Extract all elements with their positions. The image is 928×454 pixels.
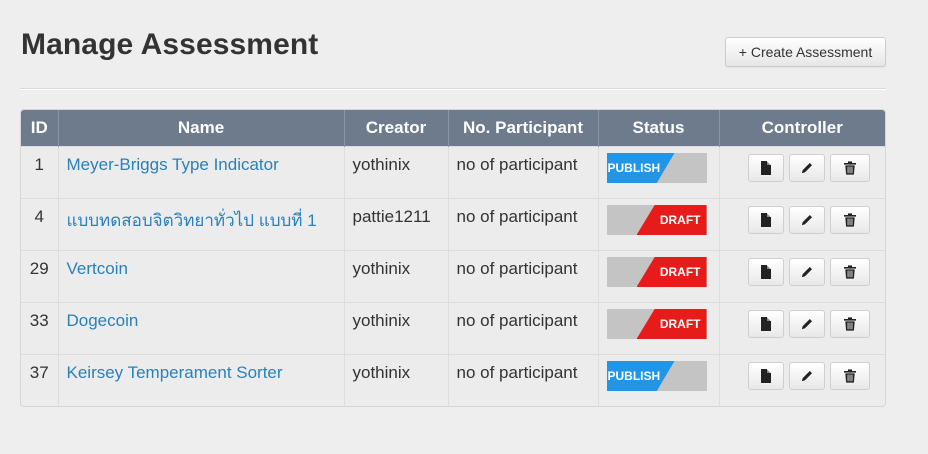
delete-button[interactable]	[829, 154, 870, 182]
delete-button[interactable]	[829, 310, 870, 338]
assessment-name-link[interactable]: Dogecoin	[67, 311, 139, 330]
pencil-icon	[800, 161, 814, 175]
controller-buttons	[747, 362, 886, 390]
status-label: DRAFT	[659, 265, 701, 279]
file-icon	[760, 161, 772, 175]
status-toggle[interactable]: PUBLISH	[606, 361, 707, 391]
table-row: 1 Meyer-Briggs Type Indicator yothinix n…	[21, 146, 886, 199]
controller-buttons	[747, 206, 886, 234]
cell-creator: yothinix	[343, 146, 448, 199]
status-toggle[interactable]: DRAFT	[606, 257, 707, 287]
cell-creator: yothinix	[343, 354, 448, 406]
cell-participant: no of participant	[447, 302, 598, 355]
cell-participant: no of participant	[447, 198, 598, 251]
cell-participant: no of participant	[447, 354, 598, 406]
cell-id: 1	[21, 146, 58, 199]
pencil-icon	[800, 369, 814, 383]
table-body: 1 Meyer-Briggs Type Indicator yothinix n…	[21, 146, 886, 406]
table-row: 29 Vertcoin yothinix no of participant D…	[21, 250, 886, 303]
status-toggle[interactable]: DRAFT	[606, 309, 707, 339]
column-header-creator: Creator	[343, 110, 448, 147]
view-button[interactable]	[747, 258, 784, 286]
trash-icon	[843, 213, 856, 227]
view-button[interactable]	[747, 310, 784, 338]
cell-creator: pattie1211	[343, 198, 448, 251]
status-toggle[interactable]: DRAFT	[606, 205, 707, 235]
assessment-name-link[interactable]: Keirsey Temperament Sorter	[67, 363, 283, 382]
table-row: 37 Keirsey Temperament Sorter yothinix n…	[21, 354, 886, 406]
cell-status: DRAFT	[597, 198, 719, 251]
cell-id: 37	[21, 354, 58, 406]
edit-button[interactable]	[788, 154, 825, 182]
assessment-name-link[interactable]: แบบทดสอบจิตวิทยาทั่วไป แบบที่ 1	[67, 211, 317, 230]
edit-button[interactable]	[788, 258, 825, 286]
column-header-id: ID	[21, 110, 58, 147]
view-button[interactable]	[747, 206, 784, 234]
trash-icon	[843, 161, 856, 175]
cell-name: Dogecoin	[57, 302, 344, 355]
cell-name: แบบทดสอบจิตวิทยาทั่วไป แบบที่ 1	[57, 198, 344, 251]
column-header-status: Status	[597, 110, 719, 147]
column-header-name: Name	[57, 110, 344, 147]
file-icon	[760, 265, 772, 279]
page: Manage Assessment + Create Assessment ID…	[0, 0, 928, 454]
cell-controller	[718, 302, 886, 355]
trash-icon	[843, 265, 856, 279]
cell-name: Meyer-Briggs Type Indicator	[57, 146, 344, 199]
assessment-table: ID Name Creator No. Participant Status C…	[20, 109, 886, 407]
status-label: DRAFT	[659, 317, 701, 331]
controller-buttons	[747, 154, 886, 182]
cell-id: 29	[21, 250, 58, 303]
status-label: PUBLISH	[607, 161, 661, 175]
status-label: PUBLISH	[607, 369, 661, 383]
page-title: Manage Assessment	[21, 28, 319, 61]
view-button[interactable]	[747, 154, 784, 182]
cell-controller	[718, 198, 886, 251]
delete-button[interactable]	[829, 258, 870, 286]
file-icon	[760, 213, 772, 227]
trash-icon	[843, 317, 856, 331]
cell-status: DRAFT	[597, 302, 719, 355]
cell-name: Keirsey Temperament Sorter	[57, 354, 344, 406]
table-header: ID Name Creator No. Participant Status C…	[21, 110, 885, 147]
cell-participant: no of participant	[447, 146, 598, 199]
delete-button[interactable]	[829, 206, 870, 234]
file-icon	[760, 369, 772, 383]
controller-buttons	[747, 310, 886, 338]
edit-button[interactable]	[788, 310, 825, 338]
pencil-icon	[800, 213, 814, 227]
status-toggle[interactable]: PUBLISH	[606, 153, 707, 183]
status-label: DRAFT	[659, 213, 701, 227]
column-header-controller: Controller	[718, 110, 885, 147]
trash-icon	[843, 369, 856, 383]
file-icon	[760, 317, 772, 331]
cell-id: 33	[21, 302, 58, 355]
cell-creator: yothinix	[343, 302, 448, 355]
cell-controller	[718, 354, 886, 406]
controller-buttons	[747, 258, 886, 286]
cell-name: Vertcoin	[57, 250, 344, 303]
assessment-name-link[interactable]: Meyer-Briggs Type Indicator	[67, 155, 279, 174]
assessment-name-link[interactable]: Vertcoin	[67, 259, 128, 278]
pencil-icon	[800, 317, 814, 331]
cell-status: PUBLISH	[597, 146, 719, 199]
cell-status: DRAFT	[597, 250, 719, 303]
cell-status: PUBLISH	[597, 354, 719, 406]
cell-creator: yothinix	[343, 250, 448, 303]
column-header-participant: No. Participant	[447, 110, 598, 147]
edit-button[interactable]	[788, 206, 825, 234]
pencil-icon	[800, 265, 814, 279]
cell-id: 4	[21, 198, 58, 251]
cell-participant: no of participant	[447, 250, 598, 303]
delete-button[interactable]	[829, 362, 870, 390]
create-assessment-button[interactable]: + Create Assessment	[725, 37, 886, 67]
edit-button[interactable]	[788, 362, 825, 390]
cell-controller	[718, 250, 886, 303]
view-button[interactable]	[747, 362, 784, 390]
cell-controller	[718, 146, 886, 199]
table-row: 4 แบบทดสอบจิตวิทยาทั่วไป แบบที่ 1 pattie…	[21, 198, 886, 251]
divider	[20, 88, 886, 90]
table-row: 33 Dogecoin yothinix no of participant D…	[21, 302, 886, 355]
